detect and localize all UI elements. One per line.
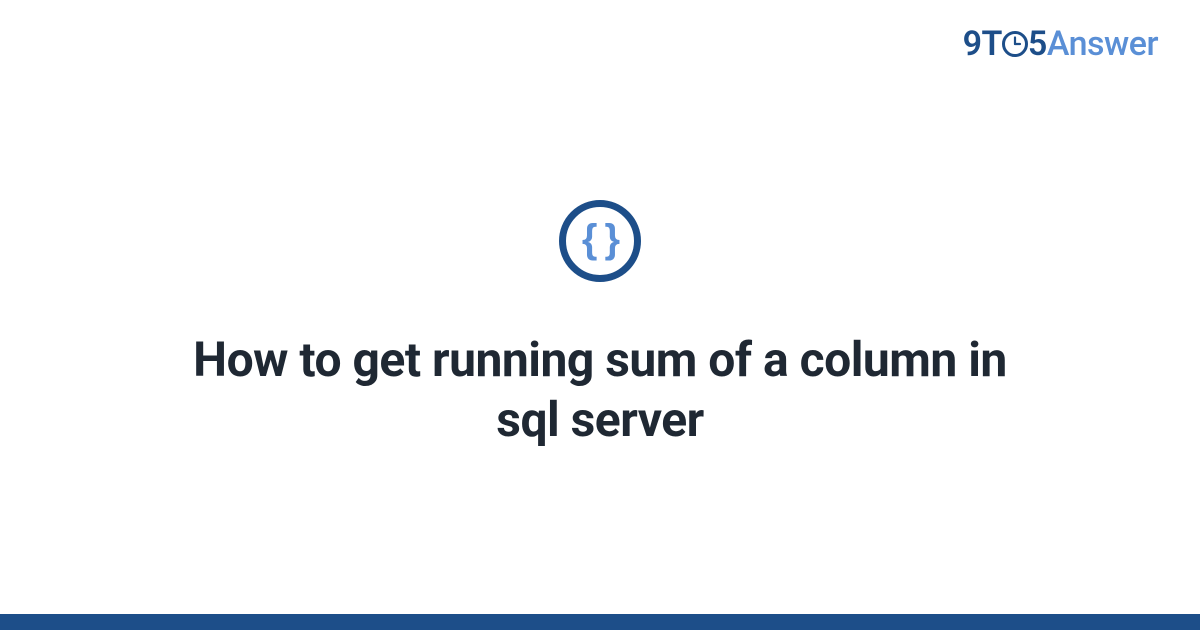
category-icon-circle: { } (559, 200, 641, 282)
footer-bar (0, 614, 1200, 630)
main-content: { } How to get running sum of a column i… (0, 0, 1200, 630)
question-title: How to get running sum of a column in sq… (160, 330, 1040, 450)
code-braces-icon: { } (582, 219, 618, 259)
